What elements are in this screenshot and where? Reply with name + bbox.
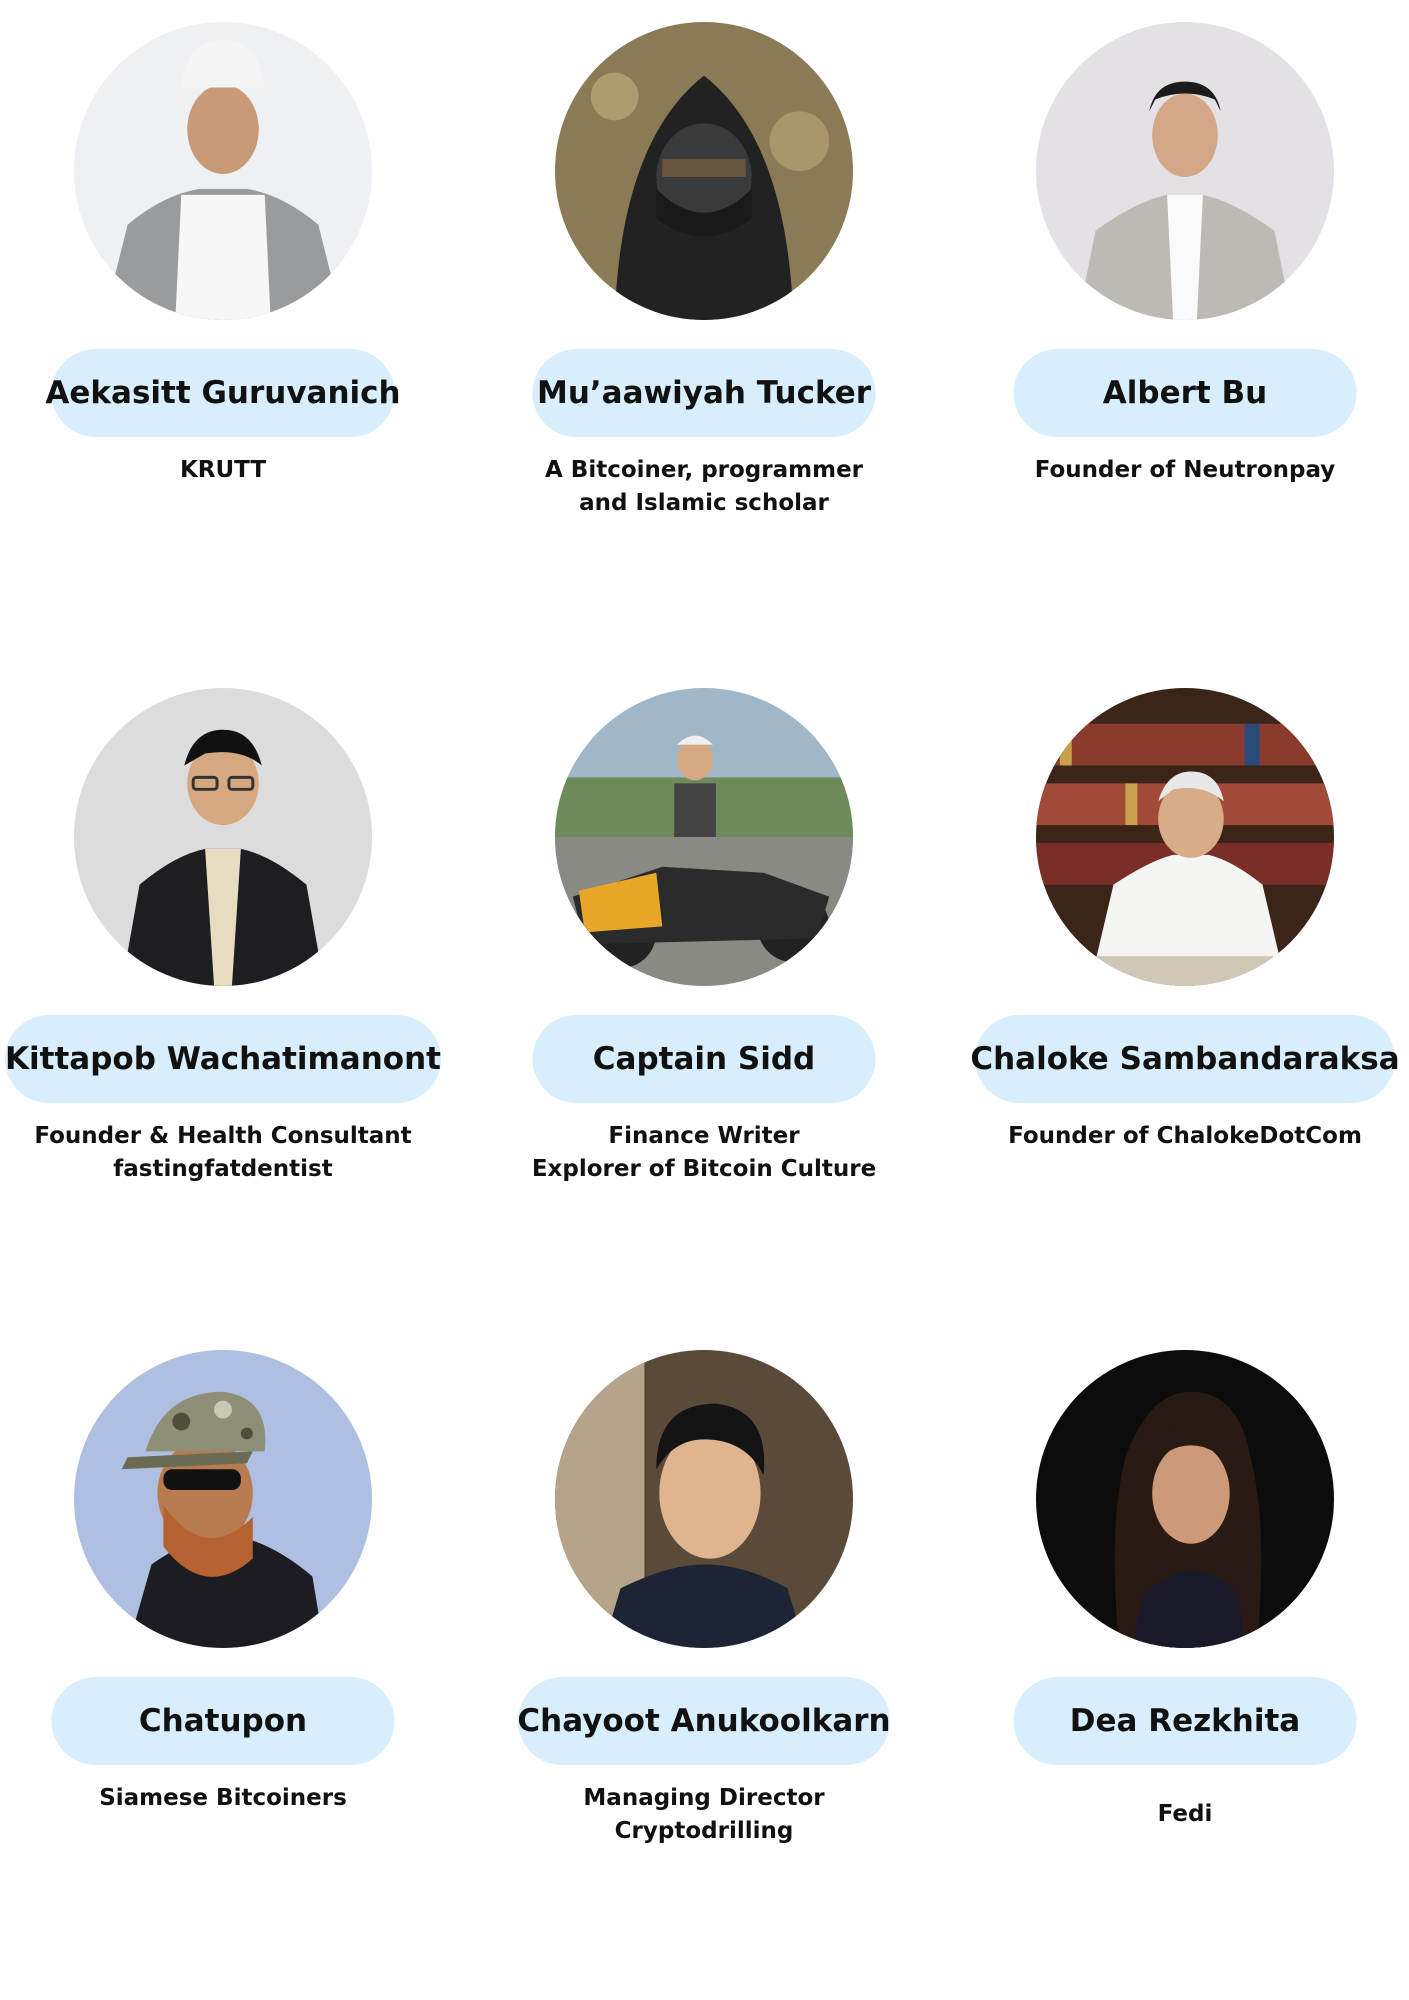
- speaker-card-9: Dea Rezkhita Fedi: [965, 1350, 1405, 1910]
- portrait-camo-cap-mask-icon: [74, 1350, 372, 1648]
- speaker-photo: [1036, 22, 1334, 320]
- speaker-role-line: KRUTT: [179, 457, 267, 483]
- speaker-role: Finance Writer Explorer of Bitcoin Cultu…: [484, 1120, 924, 1186]
- speaker-role-line: and Islamic scholar: [579, 490, 829, 516]
- speaker-role: Founder of ChalokeDotCom: [965, 1120, 1405, 1153]
- speaker-role-line: Founder of ChalokeDotCom: [1008, 1123, 1362, 1149]
- speaker-name: Aekasitt Guruvanich: [45, 375, 401, 411]
- speaker-name: Mu’aawiyah Tucker: [536, 375, 872, 411]
- speaker-role-line: Founder & Health Consultant: [34, 1123, 412, 1149]
- speaker-name-pill: Captain Sidd: [532, 1015, 876, 1103]
- speaker-name: Kittapob Wachatimanont: [5, 1041, 441, 1077]
- speaker-role: Fedi: [965, 1798, 1405, 1831]
- speaker-photo: [74, 688, 372, 986]
- speaker-role-line: A Bitcoiner, programmer: [544, 457, 864, 483]
- portrait-woman-dark-bg-icon: [1036, 1350, 1334, 1648]
- speaker-photo: [555, 1350, 853, 1648]
- speaker-role-line: Finance Writer: [608, 1123, 800, 1149]
- speaker-role-line: Siamese Bitcoiners: [99, 1785, 347, 1811]
- speaker-card-4: Kittapob Wachatimanont Founder & Health …: [3, 688, 443, 1248]
- portrait-smiling-man-icon: [555, 1350, 853, 1648]
- portrait-dark-suit-glasses-icon: [74, 688, 372, 986]
- speaker-name-pill: Dea Rezkhita: [1013, 1677, 1357, 1765]
- speaker-role: KRUTT: [3, 454, 443, 487]
- speaker-card-5: Captain Sidd Finance Writer Explorer of …: [484, 688, 924, 1248]
- speaker-name-pill: Chatupon: [51, 1677, 395, 1765]
- speaker-card-6: Chaloke Sambandaraksa Founder of Chaloke…: [965, 688, 1405, 1248]
- speaker-name-pill: Aekasitt Guruvanich: [45, 349, 401, 437]
- speaker-role-line: Fedi: [1157, 1801, 1213, 1827]
- speaker-role: Founder of Neutronpay: [965, 454, 1405, 487]
- speaker-role-line: Explorer of Bitcoin Culture: [531, 1156, 877, 1182]
- speaker-name: Captain Sidd: [592, 1041, 816, 1077]
- speaker-name: Chaloke Sambandaraksa: [970, 1041, 1400, 1077]
- portrait-grey-blazer-icon: [1036, 22, 1334, 320]
- speaker-role: Founder & Health Consultant fastingfatde…: [3, 1120, 443, 1186]
- speaker-role-line: Cryptodrilling: [614, 1818, 794, 1844]
- portrait-chef-hat-icon: [74, 22, 372, 320]
- speaker-role-line: fastingfatdentist: [113, 1156, 333, 1182]
- speaker-photo: [555, 22, 853, 320]
- speaker-name-pill: Chayoot Anukoolkarn: [517, 1677, 891, 1765]
- speaker-photo: [74, 22, 372, 320]
- speaker-role: A Bitcoiner, programmer and Islamic scho…: [484, 454, 924, 520]
- speaker-card-1: Aekasitt Guruvanich KRUTT: [3, 22, 443, 582]
- portrait-hooded-masked-icon: [555, 22, 853, 320]
- speaker-card-7: Chatupon Siamese Bitcoiners: [3, 1350, 443, 1910]
- speaker-photo: [555, 688, 853, 986]
- speaker-role: Siamese Bitcoiners: [3, 1782, 443, 1815]
- speaker-name: Albert Bu: [1102, 375, 1268, 411]
- speaker-name: Chatupon: [138, 1703, 308, 1739]
- portrait-motorcycle-icon: [555, 688, 853, 986]
- speaker-role: Managing Director Cryptodrilling: [484, 1782, 924, 1848]
- speaker-card-8: Chayoot Anukoolkarn Managing Director Cr…: [484, 1350, 924, 1910]
- speaker-name-pill: Kittapob Wachatimanont: [5, 1015, 441, 1103]
- speaker-name-pill: Chaloke Sambandaraksa: [970, 1015, 1400, 1103]
- speaker-photo: [1036, 1350, 1334, 1648]
- speaker-role-line: Managing Director: [583, 1785, 825, 1811]
- speaker-role-line: Founder of Neutronpay: [1034, 457, 1336, 483]
- speaker-photo: [74, 1350, 372, 1648]
- speaker-card-3: Albert Bu Founder of Neutronpay: [965, 22, 1405, 582]
- speaker-name-pill: Mu’aawiyah Tucker: [532, 349, 876, 437]
- speaker-name: Dea Rezkhita: [1069, 1703, 1301, 1739]
- speaker-photo: [1036, 688, 1334, 986]
- speaker-card-2: Mu’aawiyah Tucker A Bitcoiner, programme…: [484, 22, 924, 582]
- speaker-name: Chayoot Anukoolkarn: [517, 1703, 891, 1739]
- portrait-bookshelf-icon: [1036, 688, 1334, 986]
- speaker-name-pill: Albert Bu: [1013, 349, 1357, 437]
